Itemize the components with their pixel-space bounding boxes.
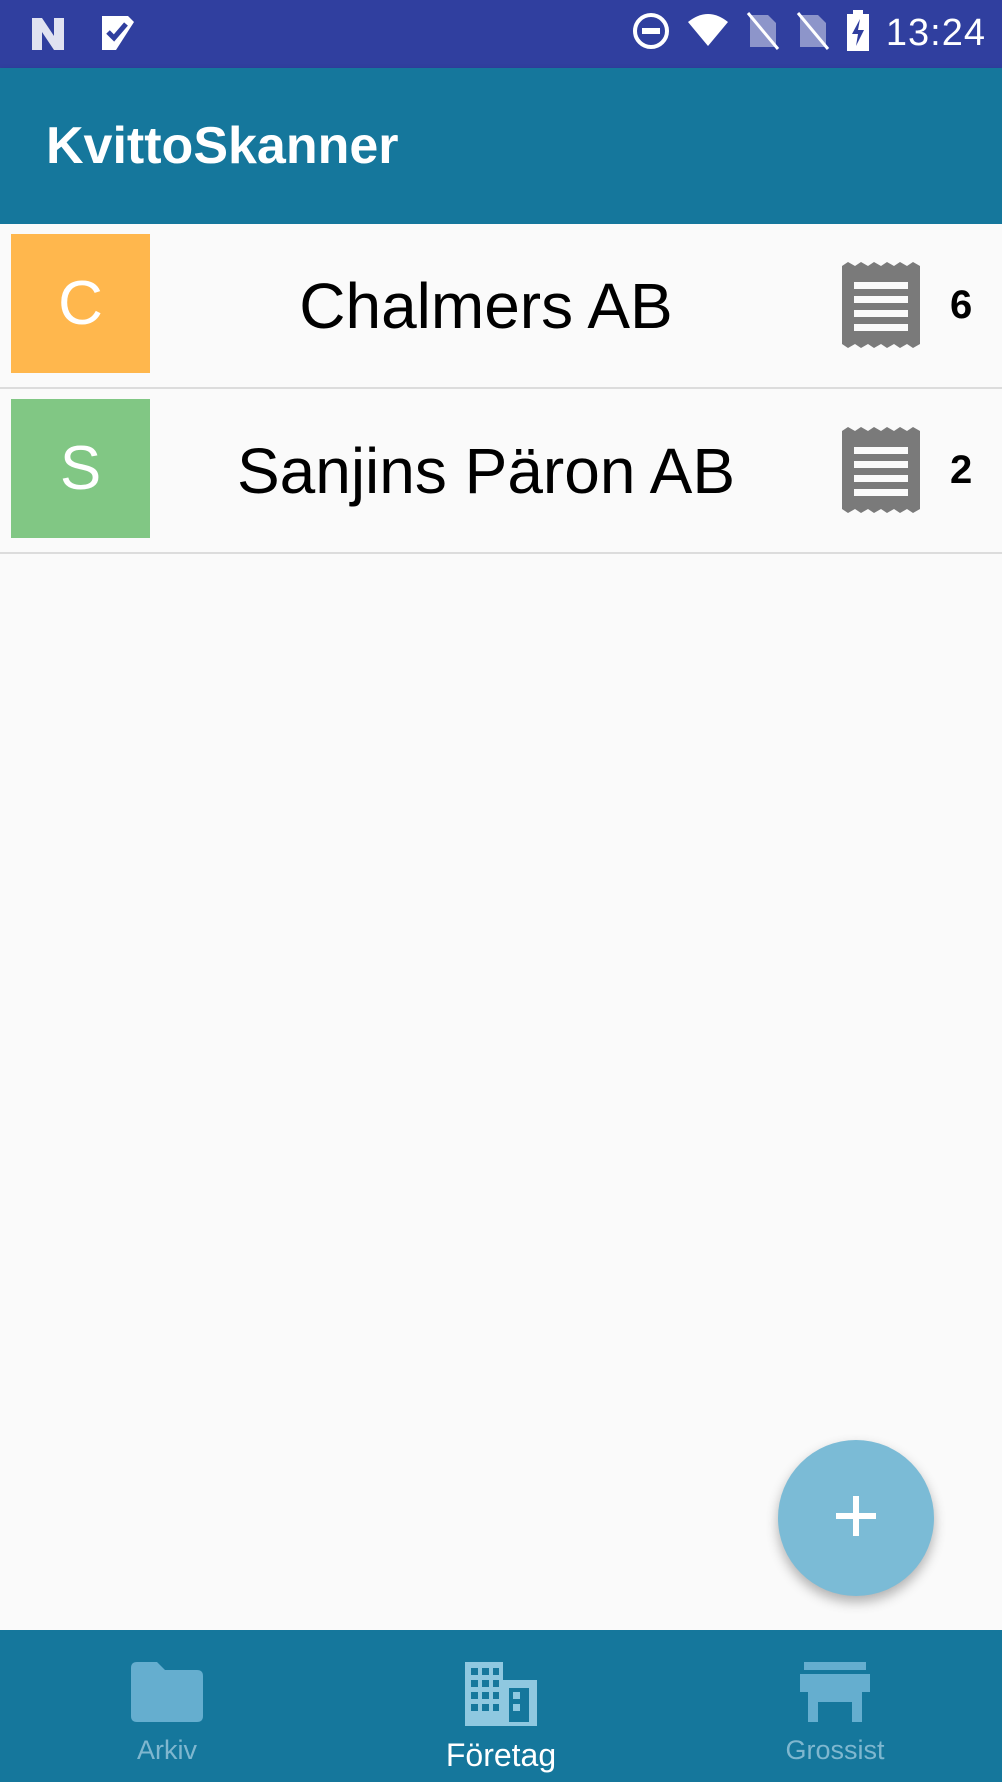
avatar-initial: C [58, 269, 103, 338]
receipt-icon [842, 262, 920, 348]
no-sim-icon [796, 11, 830, 56]
app-title: KvittoSkanner [46, 117, 399, 175]
company-row[interactable]: C Chalmers AB 6 [0, 224, 1002, 389]
company-row[interactable]: S Sanjins Päron AB 2 [0, 389, 1002, 554]
no-sim-icon [746, 11, 780, 56]
receipt-icon [842, 427, 920, 513]
app-bar: KvittoSkanner [0, 68, 1002, 224]
receipt-count: 6 [950, 283, 973, 327]
nav-label: Arkiv [137, 1735, 197, 1765]
company-avatar: S [11, 399, 150, 538]
status-bar: 13:24 [0, 0, 1002, 68]
bottom-navigation: Arkiv Företag Grossist [0, 1630, 1002, 1782]
plus-icon [834, 1494, 878, 1543]
nav-label: Företag [445, 1737, 557, 1773]
check-notification-icon [98, 14, 138, 59]
company-name: Chalmers AB [299, 269, 673, 342]
company-avatar: C [11, 234, 150, 373]
avatar-initial: S [59, 434, 102, 503]
n-notification-icon [28, 14, 68, 59]
receipt-count: 2 [950, 448, 973, 492]
business-icon [463, 1660, 539, 1733]
nav-item-grossist[interactable]: Grossist [668, 1630, 1002, 1782]
battery-charging-icon [846, 10, 870, 57]
company-list: C Chalmers AB 6 S Sanjins Päron AB 2 [0, 224, 1002, 554]
company-name: Sanjins Päron AB [236, 434, 736, 507]
add-company-button[interactable] [778, 1440, 934, 1596]
nav-item-arkiv[interactable]: Arkiv [0, 1630, 334, 1782]
clock: 13:24 [885, 12, 986, 54]
folder-icon [129, 1660, 205, 1729]
nav-label: Grossist [785, 1735, 885, 1765]
do-not-disturb-icon [632, 12, 670, 55]
nav-item-foretag[interactable]: Företag [334, 1630, 668, 1782]
wifi-icon [686, 12, 730, 55]
store-icon [800, 1660, 870, 1729]
